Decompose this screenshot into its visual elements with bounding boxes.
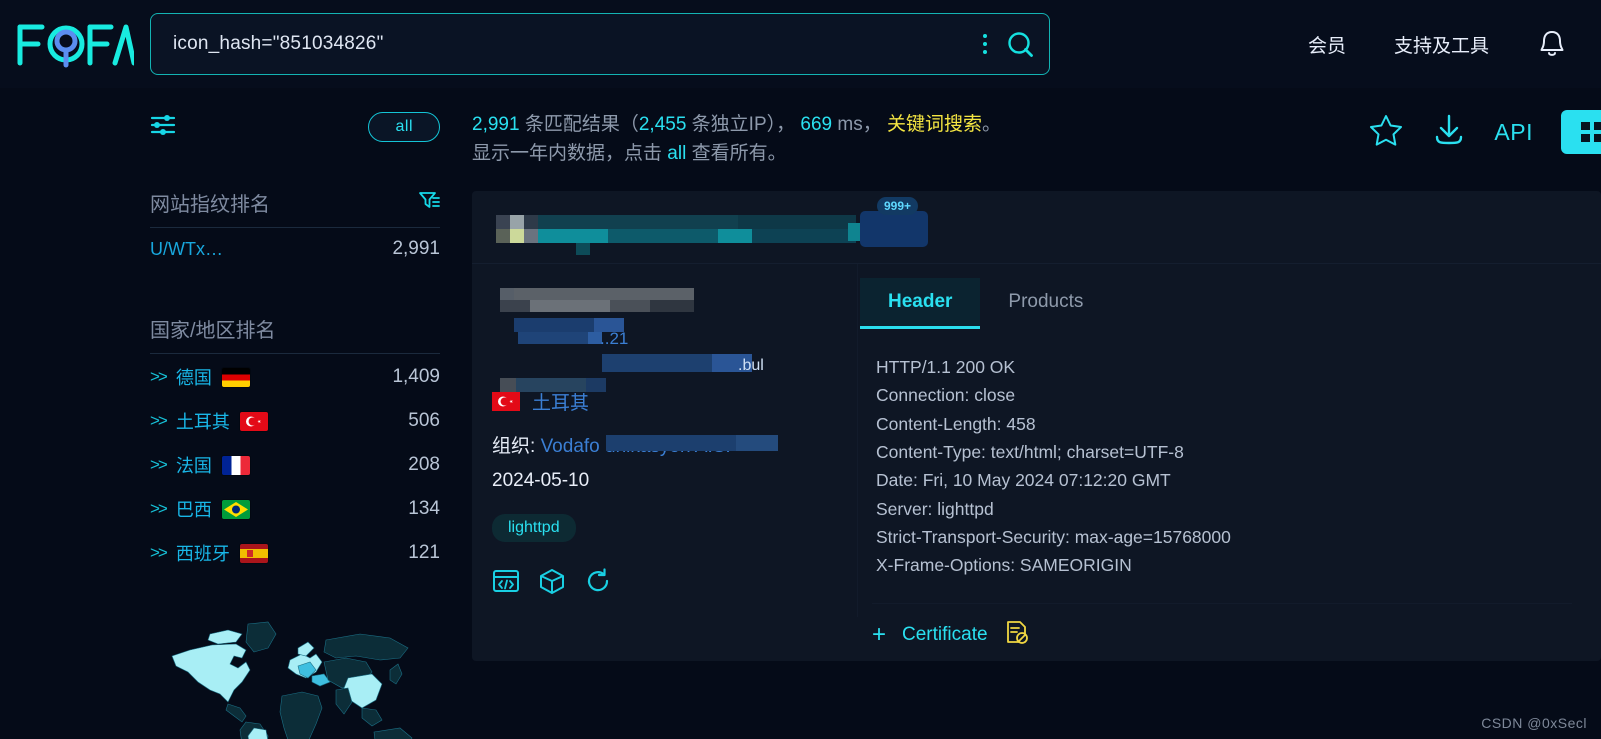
card-organization: 组织: Vodafo unikasyon A.S. <box>492 431 847 458</box>
country-row[interactable]: >> 法国 208 <box>150 442 440 486</box>
search-input[interactable] <box>173 33 971 55</box>
flag-tr-icon <box>492 391 520 411</box>
funnel-filter-icon[interactable] <box>418 190 440 216</box>
flag-fr-icon <box>221 455 250 475</box>
refresh-icon[interactable] <box>584 568 612 599</box>
chevron-right-icon: >> <box>150 499 168 518</box>
total-count: 2,991 <box>472 114 520 135</box>
flag-de-icon <box>221 367 250 387</box>
country-count: 506 <box>408 410 440 431</box>
code-window-icon[interactable] <box>492 568 520 599</box>
fingerprint-count: 2,991 <box>392 238 440 259</box>
page-body: all 网站指纹排名 U/WTx… 2,991 国家/地区排名 >> 德国 1,… <box>0 88 1601 739</box>
fingerprint-name[interactable]: U/WTx… <box>150 239 223 260</box>
http-header-text: HTTP/1.1 200 OK Connection: close Conten… <box>876 356 1231 576</box>
search-mode-suffix: 。 <box>982 114 1002 135</box>
chevron-right-icon: >> <box>150 411 168 430</box>
country-name[interactable]: 巴西 <box>176 496 212 522</box>
unique-suffix: 条独立IP）， <box>691 114 796 135</box>
nav-item-membership[interactable]: 会员 <box>1308 31 1346 58</box>
country-rank-list: >> 德国 1,409 >> 土耳其 506 >> 法国 208 >> 巴西 1… <box>150 354 440 574</box>
country-row[interactable]: >> 巴西 134 <box>150 486 440 530</box>
country-count: 121 <box>408 542 440 563</box>
country-count: 134 <box>408 498 440 519</box>
sidebar-toolbar: all <box>150 88 440 142</box>
country-section-title: 国家/地区排名 <box>150 314 440 343</box>
search-circle-icon[interactable] <box>1005 29 1035 59</box>
card-body: ..21 .bul 土耳其 组织: Vodafo 2024-05-10 ligh… <box>472 262 1601 617</box>
top-bar: 会员 支持及工具 <box>0 0 1601 88</box>
svg-text:..21: ..21 <box>600 329 628 348</box>
world-map[interactable] <box>150 612 460 739</box>
grid-view-icon[interactable] <box>1561 110 1601 154</box>
svg-text:.bul: .bul <box>738 357 764 374</box>
country-row[interactable]: >> 西班牙 121 <box>150 530 440 574</box>
star-icon[interactable] <box>1368 112 1404 153</box>
redacted-blue-button[interactable] <box>860 210 928 247</box>
sidebar: all 网站指纹排名 U/WTx… 2,991 国家/地区排名 >> 德国 1,… <box>0 88 460 739</box>
flag-es-icon <box>239 543 268 563</box>
country-row[interactable]: >> 土耳其 506 <box>150 398 440 442</box>
note-suffix: 查看所有。 <box>686 143 787 165</box>
country-name[interactable]: 西班牙 <box>176 540 230 566</box>
query-time-unit: ms， <box>837 114 882 135</box>
card-tabs: Header Products <box>858 277 1601 329</box>
fingerprint-section-title: 网站指纹排名 <box>150 188 440 217</box>
country-title-label: 国家/地区排名 <box>150 320 276 342</box>
fingerprint-title-label: 网站指纹排名 <box>150 194 270 216</box>
flag-tr-icon <box>239 411 268 431</box>
org-label: 组织: <box>492 435 536 457</box>
download-icon[interactable] <box>1432 112 1466 153</box>
search-bar[interactable] <box>150 13 1050 75</box>
card-date: 2024-05-10 <box>492 469 590 491</box>
flag-br-icon <box>221 499 250 519</box>
plus-icon[interactable]: + <box>872 621 886 649</box>
country-name[interactable]: 法国 <box>176 452 212 478</box>
card-details: ..21 .bul 土耳其 组织: Vodafo 2024-05-10 ligh… <box>472 264 857 617</box>
results-toolbar: API <box>1368 110 1601 154</box>
mosaic-host-lines: ..21 .bul <box>500 287 764 392</box>
document-blocked-icon[interactable] <box>1004 620 1030 651</box>
watermark: CSDN @0xSecl <box>1481 715 1587 731</box>
country-row[interactable]: >> 德国 1,409 <box>150 354 440 398</box>
fofa-logo-icon <box>17 24 134 68</box>
nav-item-support-tools[interactable]: 支持及工具 <box>1394 31 1489 58</box>
cube-icon[interactable] <box>538 568 566 599</box>
note-prefix: 显示一年内数据，点击 <box>472 143 668 165</box>
product-tag[interactable]: lighttpd <box>492 513 576 542</box>
country-count: 208 <box>408 454 440 475</box>
note-all-link[interactable]: all <box>667 143 686 164</box>
chevron-right-icon: >> <box>150 367 168 386</box>
tab-header[interactable]: Header <box>860 277 981 329</box>
card-banner-redacted: 999+ <box>472 191 1601 263</box>
tab-products[interactable]: Products <box>980 278 1111 329</box>
result-card: 999+ ..21 .bul 土耳其 组织: Vodafo 2024-05-10… <box>472 190 1601 661</box>
search-mode-link[interactable]: 关键词搜索 <box>887 114 982 135</box>
top-navigation: 会员 支持及工具 <box>1308 28 1601 60</box>
card-country-name[interactable]: 土耳其 <box>532 388 589 415</box>
country-name[interactable]: 德国 <box>176 364 212 390</box>
total-suffix: 条匹配结果（ <box>524 114 639 135</box>
sliders-icon[interactable] <box>150 113 176 142</box>
certificate-link[interactable]: Certificate <box>902 624 988 646</box>
vertical-dots-icon[interactable] <box>971 34 999 54</box>
api-link[interactable]: API <box>1494 119 1533 146</box>
query-time: 669 <box>800 114 833 135</box>
certificate-bar: + Certificate <box>872 602 1572 651</box>
fingerprint-row[interactable]: U/WTx… 2,991 <box>150 228 440 268</box>
bell-icon[interactable] <box>1537 28 1567 60</box>
chevron-right-icon: >> <box>150 455 168 474</box>
chevron-right-icon: >> <box>150 543 168 562</box>
fofa-logo[interactable] <box>0 0 150 88</box>
unique-ip-count: 2,455 <box>638 114 687 135</box>
country-count: 1,409 <box>392 366 440 387</box>
country-name[interactable]: 土耳其 <box>176 408 230 434</box>
all-toggle-button[interactable]: all <box>368 112 440 142</box>
count-badge: 999+ <box>877 196 919 215</box>
card-action-icons <box>492 568 847 599</box>
results-panel: 2,991 条匹配结果（2,455 条独立IP）， 669 ms， 关键词搜索。… <box>460 88 1601 739</box>
mosaic-org <box>606 434 778 451</box>
card-info-panel: Header Products HTTP/1.1 200 OK Connecti… <box>857 263 1601 617</box>
